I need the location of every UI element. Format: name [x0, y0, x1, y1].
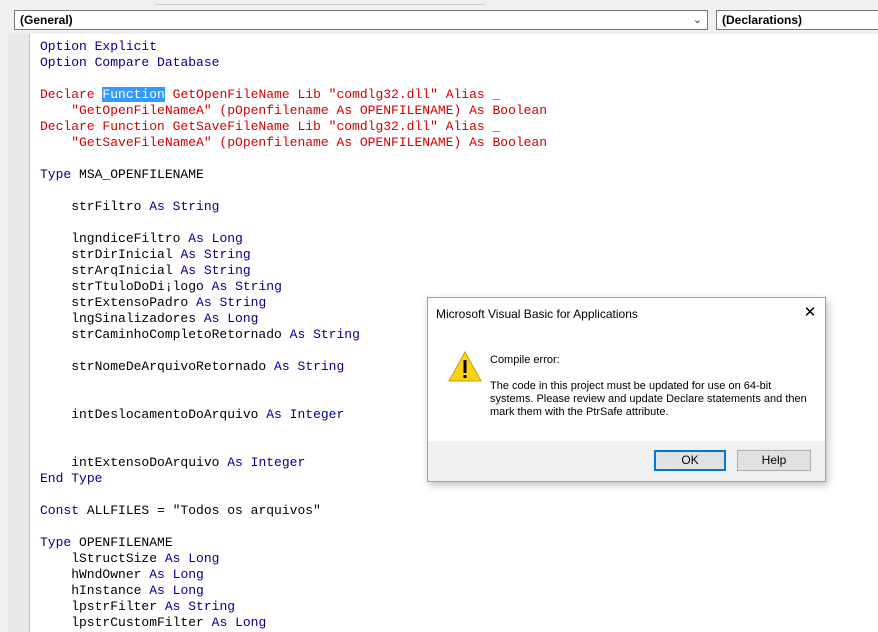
code-line[interactable]: Declare Function GetOpenFileName Lib "co… — [40, 87, 547, 103]
margin-indicator-bar[interactable] — [8, 34, 30, 632]
help-button[interactable]: Help — [737, 450, 811, 471]
code-line[interactable]: "GetOpenFileNameA" (pOpenfilename As OPE… — [40, 103, 547, 119]
object-combo-value: (General) — [20, 13, 73, 27]
code-line[interactable]: lpstrCustomFilter As Long — [40, 615, 547, 631]
procedure-combo-value: (Declarations) — [722, 13, 803, 27]
procedure-combo[interactable]: (Declarations) — [716, 10, 878, 30]
code-line[interactable]: Const ALLFILES = "Todos os arquivos" — [40, 503, 547, 519]
code-line[interactable]: Declare Function GetSaveFileName Lib "co… — [40, 119, 547, 135]
code-line[interactable]: strTtuloDoDi¡logo As String — [40, 279, 547, 295]
top-strip-fragment — [155, 0, 485, 5]
code-line[interactable]: hWndOwner As Long — [40, 567, 547, 583]
chevron-down-icon[interactable]: ⌄ — [693, 11, 702, 29]
code-line[interactable]: Option Compare Database — [40, 55, 547, 71]
selected-keyword: Function — [102, 87, 165, 102]
code-line[interactable]: strFiltro As String — [40, 199, 547, 215]
code-line[interactable] — [40, 151, 547, 167]
error-heading: Compile error: — [490, 354, 560, 366]
code-line[interactable]: Type MSA_OPENFILENAME — [40, 167, 547, 183]
code-line[interactable] — [40, 519, 547, 535]
code-line[interactable]: "GetSaveFileNameA" (pOpenfilename As OPE… — [40, 135, 547, 151]
code-line[interactable]: strArqInicial As String — [40, 263, 547, 279]
code-line[interactable]: Type OPENFILENAME — [40, 535, 547, 551]
top-strip — [0, 0, 878, 8]
ok-button[interactable]: OK — [654, 450, 726, 471]
warning-icon — [448, 350, 482, 382]
close-icon[interactable]: ✕ — [800, 303, 820, 323]
object-combo[interactable]: (General) ⌄ — [14, 10, 708, 30]
code-line[interactable]: Option Explicit — [40, 39, 547, 55]
code-line[interactable] — [40, 487, 547, 503]
code-line[interactable]: strDirInicial As String — [40, 247, 547, 263]
error-message: The code in this project must be updated… — [490, 380, 807, 418]
code-line[interactable]: lpstrFilter As String — [40, 599, 547, 615]
window-edge — [0, 34, 8, 632]
code-line[interactable]: lngndiceFiltro As Long — [40, 231, 547, 247]
code-line[interactable] — [40, 71, 547, 87]
code-line[interactable] — [40, 215, 547, 231]
dialog-title: Microsoft Visual Basic for Applications — [436, 307, 638, 321]
code-window-toolbar: (General) ⌄ (Declarations) — [0, 8, 878, 34]
code-line[interactable]: hInstance As Long — [40, 583, 547, 599]
code-line[interactable] — [40, 183, 547, 199]
code-line[interactable]: lStructSize As Long — [40, 551, 547, 567]
compile-error-dialog: Microsoft Visual Basic for Applications … — [427, 297, 826, 482]
